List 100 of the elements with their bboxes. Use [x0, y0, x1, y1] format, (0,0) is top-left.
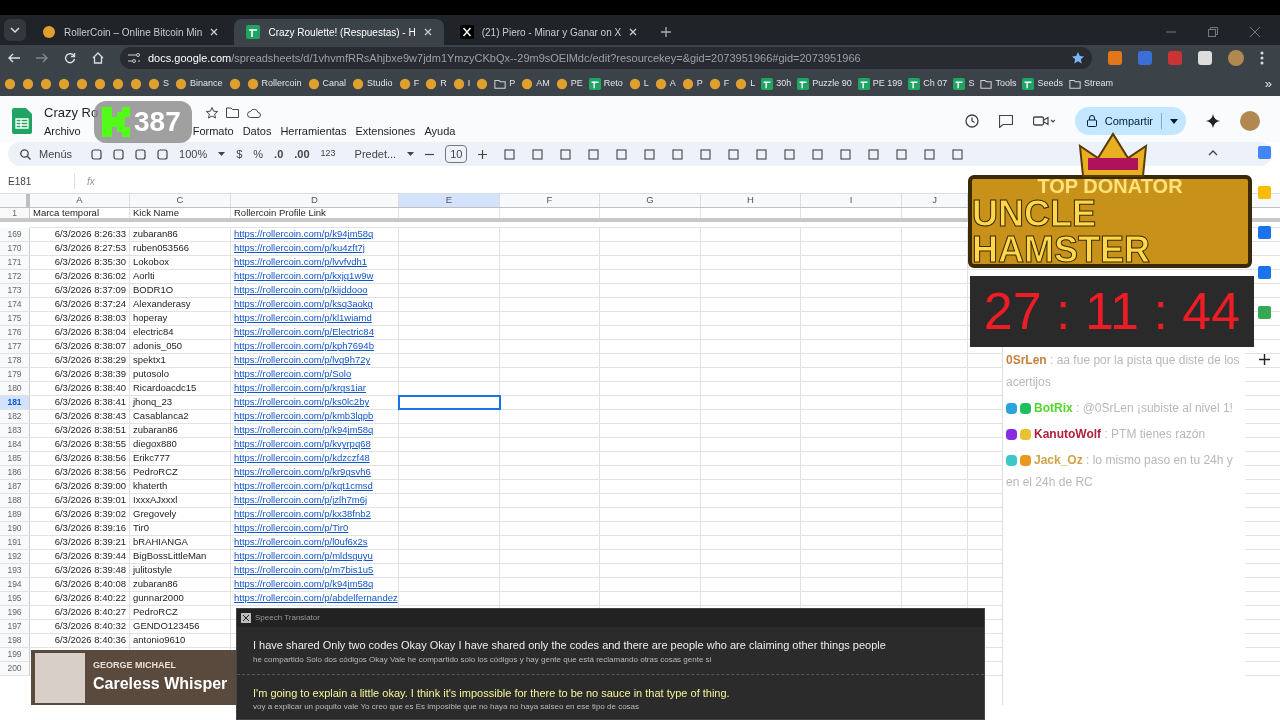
bookmark[interactable]: Ch 07: [908, 76, 948, 91]
row-number[interactable]: 176: [0, 326, 30, 339]
row-number[interactable]: 191: [0, 536, 30, 549]
bookmark[interactable]: [94, 77, 106, 90]
row-number[interactable]: 190: [0, 522, 30, 535]
profile-link[interactable]: https://rollercoin.com/p/abdelfernandez: [231, 592, 399, 605]
address-field[interactable]: docs.google.com/spreadsheets/d/1vhvmfRRsAhjbxe9w7jdm1YmzyCKbQx--29m9sOElMdc/edit?resourcekey=&gid=2073951966#gid=2073951966: [120, 47, 1092, 69]
menu-item[interactable]: Herramientas: [280, 122, 347, 139]
profile-link[interactable]: https://rollercoin.com/p/Solo: [231, 368, 399, 381]
profile-link[interactable]: https://rollercoin.com/p/mldsguyu: [231, 550, 399, 563]
column-header[interactable]: F: [500, 194, 600, 207]
history-icon[interactable]: [964, 114, 979, 128]
bookmark[interactable]: A: [654, 76, 676, 91]
bookmark[interactable]: Stream: [1068, 76, 1113, 91]
bookmark[interactable]: S: [148, 76, 169, 91]
video-call-icon[interactable]: [1032, 115, 1055, 127]
forward-icon[interactable]: [36, 53, 48, 63]
font-select[interactable]: Predet...: [354, 145, 397, 163]
restore-icon[interactable]: [1208, 27, 1218, 37]
comment-icon[interactable]: [998, 114, 1013, 128]
row-number[interactable]: 181: [0, 396, 30, 409]
profile-link[interactable]: https://rollercoin.com/p/kmb3lqpb: [231, 410, 399, 423]
increase-decimals-button[interactable]: .00: [294, 145, 310, 163]
row-number[interactable]: 183: [0, 424, 30, 437]
row-number[interactable]: 169: [0, 228, 30, 241]
profile-link[interactable]: https://rollercoin.com/p/jzlh7m6j: [231, 494, 399, 507]
row-number[interactable]: 1: [0, 208, 30, 218]
row-number[interactable]: 193: [0, 564, 30, 577]
bookmark[interactable]: PE 199: [857, 76, 903, 91]
bookmark[interactable]: Canal: [307, 76, 347, 91]
row-number[interactable]: 171: [0, 256, 30, 269]
row-number[interactable]: 172: [0, 270, 30, 283]
profile-link[interactable]: https://rollercoin.com/p/kph7694b: [231, 340, 399, 353]
row-number[interactable]: 200: [0, 662, 30, 675]
add-icon[interactable]: [1259, 354, 1270, 365]
profile-link[interactable]: https://rollercoin.com/p/kxjg1w9w: [231, 270, 399, 283]
bookmark[interactable]: [228, 77, 241, 90]
close-icon[interactable]: [629, 28, 638, 36]
bookmark[interactable]: [112, 77, 124, 90]
collapse-icon[interactable]: [1208, 150, 1218, 156]
profile-link[interactable]: https://rollercoin.com/p/k94jm58q: [231, 424, 399, 437]
profile-link[interactable]: https://rollercoin.com/p/kr9gsvh6: [231, 466, 399, 479]
profile-link[interactable]: https://rollercoin.com/p/kijddooo: [231, 284, 399, 297]
sparkle-icon[interactable]: [1206, 114, 1220, 128]
close-icon[interactable]: [210, 28, 219, 36]
more-icon[interactable]: [1260, 51, 1264, 65]
row-number[interactable]: 175: [0, 312, 30, 325]
menu-item[interactable]: Formato: [192, 122, 234, 139]
bookmark[interactable]: [58, 77, 70, 90]
row-number[interactable]: 179: [0, 368, 30, 381]
row-number[interactable]: 196: [0, 606, 30, 619]
menu-search-field[interactable]: Menús: [20, 145, 73, 163]
bookmark[interactable]: Reto: [588, 76, 623, 91]
row-number[interactable]: 197: [0, 620, 30, 633]
bookmark[interactable]: S: [953, 76, 975, 91]
bookmark[interactable]: [4, 77, 16, 90]
share-button[interactable]: Compartir: [1074, 107, 1186, 135]
profile-link[interactable]: https://rollercoin.com/p/ku4zft7j: [231, 242, 399, 255]
menu-item[interactable]: Datos: [242, 122, 272, 139]
profile-link[interactable]: https://rollercoin.com/p/Electric84: [231, 326, 399, 339]
column-header[interactable]: G: [600, 194, 701, 207]
column-header[interactable]: H: [701, 194, 801, 207]
profile-link[interactable]: https://rollercoin.com/p/Tir0: [231, 522, 399, 535]
bookmark[interactable]: L: [735, 76, 756, 91]
profile-link[interactable]: https://rollercoin.com/p/lvvfvdh1: [231, 256, 399, 269]
profile-link[interactable]: https://rollercoin.com/p/krgs1iar: [231, 382, 399, 395]
currency-button[interactable]: $: [236, 145, 243, 163]
row-number[interactable]: 194: [0, 578, 30, 591]
menu-item[interactable]: Archivo: [44, 122, 81, 139]
bookmark[interactable]: F: [398, 76, 420, 91]
selected-cell[interactable]: [399, 396, 500, 409]
profile-link[interactable]: https://rollercoin.com/p/m7bis1u5: [231, 564, 399, 577]
number-format-button[interactable]: 123: [320, 147, 336, 161]
bookmark[interactable]: [476, 77, 489, 90]
bookmark-star-icon[interactable]: [1072, 52, 1084, 64]
row-number[interactable]: 185: [0, 452, 30, 465]
profile-icon[interactable]: [1228, 50, 1244, 66]
column-header[interactable]: E: [399, 194, 500, 207]
menu-item[interactable]: Extensiones: [355, 122, 416, 139]
bookmark[interactable]: AM: [521, 76, 550, 91]
column-header[interactable]: I: [801, 194, 902, 207]
folder-icon[interactable]: [226, 107, 240, 119]
menu-item[interactable]: Ayuda: [424, 122, 456, 139]
plus-icon[interactable]: [478, 149, 488, 159]
browser-tab[interactable]: RollerCoin – Online Bitcoin Min: [30, 19, 231, 45]
profile-link[interactable]: https://rollercoin.com/p/lvg9h72y: [231, 354, 399, 367]
row-number[interactable]: 199: [0, 648, 30, 661]
bookmark[interactable]: [22, 77, 34, 90]
row-number[interactable]: 173: [0, 284, 30, 297]
row-number[interactable]: 189: [0, 508, 30, 521]
bookmark[interactable]: L: [628, 76, 649, 91]
row-number[interactable]: 178: [0, 354, 30, 367]
back-icon[interactable]: [8, 53, 20, 63]
row-number[interactable]: 182: [0, 410, 30, 423]
row-number[interactable]: 186: [0, 466, 30, 479]
row-number[interactable]: 174: [0, 298, 30, 311]
row-number[interactable]: 187: [0, 480, 30, 493]
bookmark[interactable]: Seeds: [1022, 76, 1063, 91]
percent-button[interactable]: %: [253, 145, 264, 163]
cloud-icon[interactable]: [247, 107, 262, 118]
